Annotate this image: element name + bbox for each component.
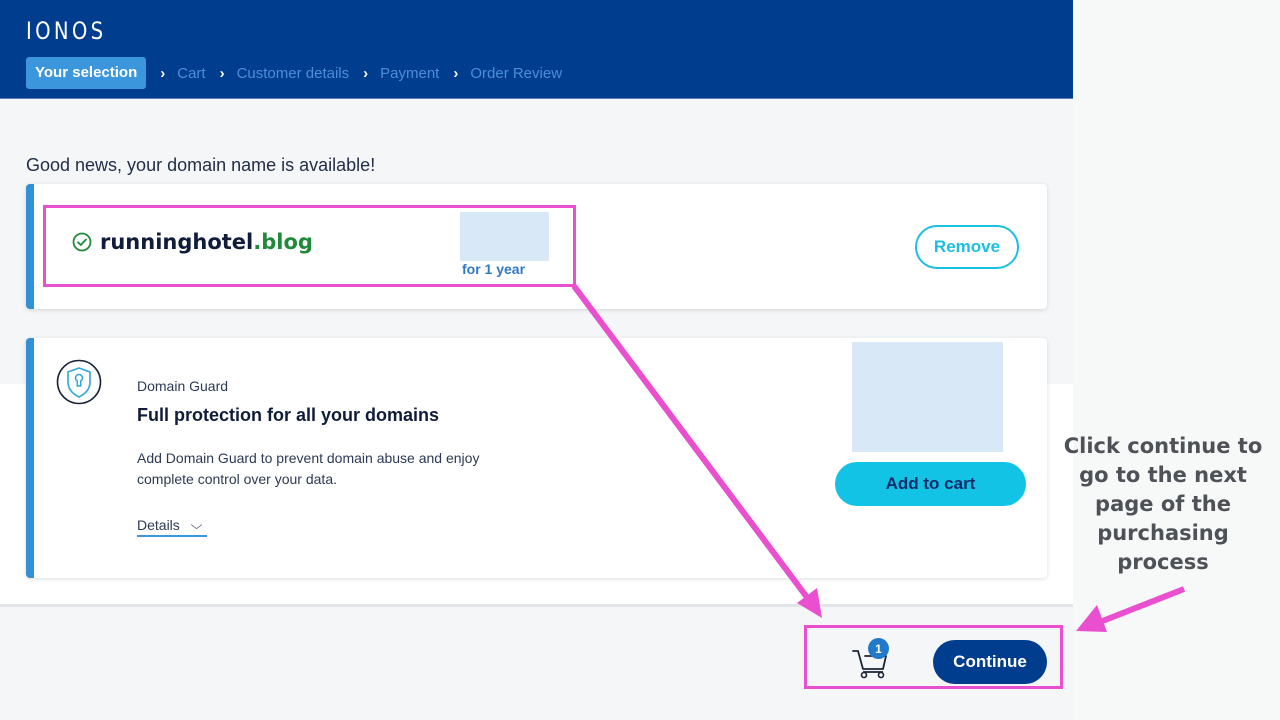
step-order-review[interactable]: Order Review [470,65,562,82]
domain-sld: runninghotel [100,230,254,254]
annotation-arrow-left [1076,586,1186,632]
chevron-right-icon: › [219,64,225,82]
continue-button[interactable]: Continue [933,640,1047,684]
availability-headline: Good news, your domain name is available… [26,155,376,175]
product-description: Add Domain Guard to prevent domain abuse… [137,450,480,487]
step-customer-details[interactable]: Customer details [237,65,350,82]
shield-keyhole-icon [56,359,102,405]
cart-count-badge: 1 [868,638,889,659]
app-area: IONOS Your selection › Cart › Customer d… [0,0,1073,720]
product-label: Domain Guard [137,378,229,394]
step-cart[interactable]: Cart [177,65,205,82]
price-term: for 1 year [462,261,526,277]
details-toggle[interactable]: Details ⌵ [137,515,207,537]
step-payment[interactable]: Payment [380,65,439,82]
price-placeholder [460,212,549,261]
footer-divider [0,604,1073,607]
domain-card: runninghotel .blog for 1 year Remove [26,184,1047,309]
add-to-cart-button[interactable]: Add to cart [835,462,1026,506]
domain-name: runninghotel .blog [72,230,313,254]
ionos-logo[interactable]: IONOS [26,17,106,45]
chevron-down-icon: ⌵ [190,517,203,532]
domain-tld: .blog [253,230,313,254]
remove-button[interactable]: Remove [915,225,1019,269]
header: IONOS Your selection › Cart › Customer d… [0,0,1073,99]
domain-guard-card: Domain Guard Full protection for all you… [26,338,1047,578]
chevron-right-icon: › [363,64,369,82]
product-title: Full protection for all your domains [137,405,440,425]
annotation-text: Click continue to go to the next page of… [1063,434,1263,574]
check-circle-icon [72,232,92,252]
guard-price-placeholder [852,342,1003,452]
step-your-selection[interactable]: Your selection [26,57,147,89]
cart-button[interactable]: 1 [849,637,893,679]
details-label: Details [137,517,180,533]
chevron-right-icon: › [160,64,166,82]
chevron-right-icon: › [453,64,459,82]
checkout-steps: Your selection › Cart › Customer details… [26,57,562,89]
